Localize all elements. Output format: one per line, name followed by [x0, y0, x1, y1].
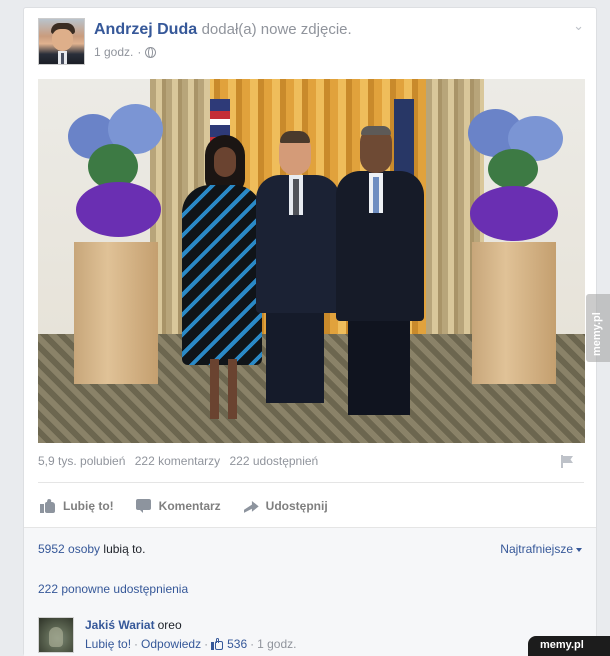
person-left-dress: [182, 185, 262, 365]
flag-icon[interactable]: [560, 455, 574, 468]
person-center-hair: [280, 131, 310, 143]
like-button-label: Lubię to!: [63, 499, 114, 513]
post-meta: 1 godz. ·: [94, 45, 157, 59]
globe-icon[interactable]: [145, 46, 157, 58]
comment-like-link[interactable]: Lubię to!: [85, 637, 131, 651]
sort-dropdown[interactable]: Najtrafniejsze: [500, 542, 582, 556]
comment-like-count[interactable]: 536: [227, 637, 247, 651]
person-right-tie: [373, 177, 379, 213]
comments-stat[interactable]: 222 komentarzy: [135, 454, 220, 468]
likes-summary: 5952 osoby lubią to.: [38, 542, 145, 556]
watermark-bottom: memy.pl: [528, 636, 610, 656]
person-center-tie: [293, 179, 299, 215]
flowers-right: [458, 104, 568, 244]
share-button-label: Udostępnij: [265, 499, 328, 513]
author-avatar[interactable]: [38, 18, 85, 65]
person-center-legs: [266, 307, 324, 403]
meta-separator: ·: [134, 637, 139, 651]
comment-header: Jakiś Wariat oreo: [85, 618, 182, 632]
comment-text: oreo: [157, 618, 182, 632]
person-right-legs: [348, 315, 410, 415]
meta-separator: ·: [250, 637, 255, 651]
comment-meta: Lubię to! · Odpowiedz · 536 · 1 godz.: [85, 637, 297, 651]
commenter-name[interactable]: Jakiś Wariat: [85, 618, 155, 632]
flowers-left: [58, 104, 168, 244]
reshares-link[interactable]: 222 ponowne udostępnienia: [38, 582, 188, 596]
chevron-down-icon[interactable]: ⌄: [573, 18, 584, 34]
share-icon: [243, 499, 259, 513]
feedback-section: 5952 osoby lubią to. Najtrafniejsze 222 …: [24, 527, 596, 656]
sort-label: Najtrafniejsze: [500, 542, 573, 556]
likes-suffix: lubią to.: [103, 542, 146, 556]
post-stats: 5,9 tys. polubień 222 komentarzy 222 udo…: [38, 454, 584, 474]
post-time[interactable]: 1 godz.: [94, 45, 133, 59]
comment-button[interactable]: Komentarz: [135, 499, 221, 513]
person-right-hair: [361, 126, 391, 135]
comment-reply-link[interactable]: Odpowiedz: [141, 637, 201, 651]
likes-count-link[interactable]: 5952 osoby: [38, 542, 100, 556]
thumbs-up-icon: [40, 498, 56, 513]
share-button[interactable]: Udostępnij: [243, 499, 328, 513]
post-title: Andrzej Duda dodał(a) nowe zdjęcie.: [94, 21, 352, 39]
post-card: Andrzej Duda dodał(a) nowe zdjęcie. 1 go…: [23, 7, 597, 656]
post-action-text: dodał(a) nowe zdjęcie.: [201, 21, 352, 38]
commenter-avatar[interactable]: [38, 617, 74, 653]
person-left-leg: [228, 359, 237, 419]
watermark-side: memy.pl: [586, 294, 610, 362]
divider: [38, 482, 584, 483]
likes-stat[interactable]: 5,9 tys. polubień: [38, 454, 125, 468]
caret-down-icon: [576, 548, 582, 552]
action-bar: Lubię to! Komentarz Udostępnij: [38, 490, 584, 522]
watermark-side-text: memy.pl: [591, 312, 603, 356]
comment-time[interactable]: 1 godz.: [257, 637, 296, 651]
meta-separator: ·: [204, 637, 209, 651]
post-header: Andrzej Duda dodał(a) nowe zdjęcie. 1 go…: [38, 18, 584, 70]
pedestal-left: [74, 242, 158, 384]
thumbs-up-icon: [211, 638, 224, 650]
author-name[interactable]: Andrzej Duda: [94, 21, 197, 38]
person-left-face: [214, 147, 236, 177]
pedestal-right: [472, 242, 556, 384]
meta-separator: ·: [137, 45, 142, 59]
post-photo[interactable]: [38, 79, 585, 443]
comment-item: Jakiś Wariat oreo Lubię to! · Odpowiedz ·…: [38, 617, 584, 655]
person-left-leg: [210, 359, 219, 419]
comment-button-label: Komentarz: [158, 499, 221, 513]
like-button[interactable]: Lubię to!: [40, 498, 114, 513]
shares-stat[interactable]: 222 udostępnień: [229, 454, 318, 468]
comment-icon: [135, 499, 152, 513]
